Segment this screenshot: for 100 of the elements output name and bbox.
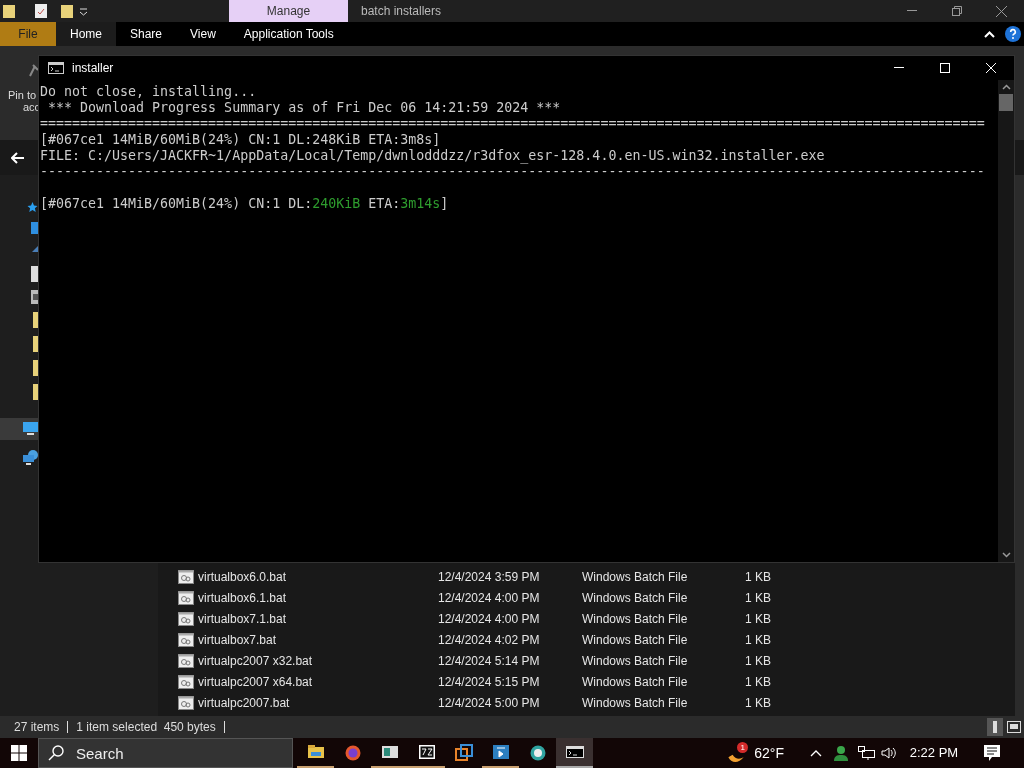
console-line: *** Download Progress Summary as of Fri Dec 06 14:21:59 2024 *** — [47, 100, 562, 116]
show-hidden-icons-icon[interactable] — [810, 749, 822, 757]
collapse-ribbon-icon[interactable] — [984, 30, 995, 38]
media-player-icon — [491, 743, 510, 761]
file-type: Windows Batch File — [582, 589, 689, 607]
temperature[interactable]: 62°F — [754, 742, 784, 764]
selection-info: 1 item selected 450 bytes — [76, 719, 216, 736]
file-date: 12/4/2024 4:00 PM — [438, 589, 541, 607]
file-name[interactable]: virtualpc2007 x32.bat — [198, 651, 438, 670]
chat-bubble-icon — [528, 744, 547, 762]
file-size: 1 KB — [745, 568, 772, 586]
file-size: 1 KB — [745, 610, 772, 628]
file-explorer-icon — [306, 743, 325, 761]
console-icon — [565, 743, 584, 761]
file-size: 1 KB — [745, 589, 772, 607]
file-name[interactable]: virtualbox6.0.bat — [198, 567, 438, 586]
nav-item[interactable] — [0, 418, 40, 440]
scroll-up-icon[interactable] — [1001, 84, 1011, 90]
batch-file-icon — [178, 569, 194, 584]
large-icons-view-icon[interactable] — [1007, 721, 1021, 733]
file-name[interactable]: virtualpc2007.bat — [198, 693, 438, 712]
restore-icon — [951, 6, 962, 16]
dropdown-icon[interactable] — [79, 6, 88, 16]
file-date: 12/4/2024 4:02 PM — [438, 631, 541, 649]
windows-logo-icon — [11, 745, 27, 761]
network-icon[interactable] — [23, 450, 38, 465]
notification-badge: 1 — [737, 742, 749, 753]
minimize-icon — [894, 67, 904, 69]
browser-icon — [343, 744, 362, 762]
ribbon-tab[interactable]: Share — [116, 22, 177, 46]
file-size: 1 KB — [745, 652, 772, 670]
search-field[interactable]: Search — [38, 738, 293, 768]
person-icon[interactable] — [834, 745, 848, 761]
close-icon — [996, 5, 1007, 17]
batch-file-icon — [178, 632, 194, 647]
file-type: Windows Batch File — [582, 652, 689, 670]
console-line: Do not close, installing... — [40, 84, 258, 100]
folder-icon[interactable] — [3, 4, 15, 18]
star-icon[interactable] — [27, 201, 38, 214]
batch-file-icon — [178, 653, 194, 668]
file-menu-tab[interactable]: File — [0, 22, 56, 46]
pin-icon[interactable] — [28, 64, 38, 78]
item-count: 27 items — [14, 719, 60, 736]
notifications-icon[interactable] — [984, 745, 1000, 761]
batch-file-icon — [178, 695, 194, 710]
file-date: 12/4/2024 5:14 PM — [438, 652, 541, 670]
console-line: [#067ce1 14MiB/60MiB(24%) CN:1 DL:240KiB ETA:3m14s] — [40, 196, 450, 212]
virtual-machine-icon — [454, 744, 473, 762]
details-view-icon — [993, 721, 997, 733]
help-icon[interactable] — [1005, 26, 1021, 42]
console-line: ---------------------------------------------------------------------------------------------------------------------- — [40, 164, 986, 180]
file-size: 1 KB — [745, 673, 772, 691]
document-icon[interactable] — [35, 4, 47, 18]
file-size: 1 KB — [745, 631, 772, 649]
maximize-icon — [940, 63, 950, 73]
ribbon-tab[interactable]: Home — [56, 22, 116, 46]
desktop-icon[interactable] — [31, 222, 38, 236]
file-type: Windows Batch File — [582, 631, 689, 649]
window-title: installer — [72, 60, 114, 77]
volume-icon[interactable] — [881, 746, 896, 760]
console-icon — [48, 62, 64, 74]
file-date: 12/4/2024 4:00 PM — [438, 610, 541, 628]
file-name[interactable]: virtualbox7.1.bat — [198, 609, 438, 628]
minimize-icon — [906, 10, 917, 12]
file-date: 12/4/2024 5:15 PM — [438, 673, 541, 691]
file-name[interactable]: virtualpc2007 x64.bat — [198, 672, 438, 691]
file-type: Windows Batch File — [582, 610, 689, 628]
batch-file-icon — [178, 590, 194, 605]
console-line: [#067ce1 14MiB/60MiB(24%) CN:1 DL:248KiB ETA:3m8s] — [40, 132, 442, 148]
ribbon-tab[interactable]: View — [176, 22, 230, 46]
folder-icon[interactable] — [61, 4, 73, 18]
console-line: FILE: C:/Users/JACKFR~1/AppData/Local/Temp/dwnlodddzz/r3dfox_esr-128.4.0.en-US.win32.installer.exe — [40, 148, 826, 164]
scroll-down-icon[interactable] — [1001, 552, 1011, 558]
file-type: Windows Batch File — [582, 694, 689, 712]
close-icon — [986, 63, 996, 73]
clock[interactable]: 2:22 PM — [904, 743, 964, 763]
scrollbar[interactable] — [998, 80, 1014, 562]
console-line: ====================================================================================================================== — [40, 116, 986, 132]
file-name[interactable]: virtualbox7.bat — [198, 630, 438, 649]
file-name[interactable]: virtualbox6.1.bat — [198, 588, 438, 607]
file-date: 12/4/2024 5:00 PM — [438, 694, 541, 712]
file-type: Windows Batch File — [582, 673, 689, 691]
search-icon — [48, 745, 64, 761]
scroll-thumb[interactable] — [999, 94, 1013, 111]
picture-folder-icon[interactable] — [31, 290, 38, 304]
network-icon[interactable] — [858, 746, 875, 760]
batch-file-icon — [178, 611, 194, 626]
details-view-button[interactable] — [987, 718, 1003, 736]
ribbon-tab[interactable]: Application Tools — [229, 22, 348, 46]
file-date: 12/4/2024 3:59 PM — [438, 568, 541, 586]
archive-icon — [417, 743, 436, 761]
manage-tab[interactable]: Manage — [229, 0, 348, 22]
computer-icon[interactable] — [23, 422, 38, 436]
window-icon — [380, 743, 399, 761]
scrollbar[interactable] — [1015, 175, 1024, 716]
taskbar-app-button[interactable] — [556, 738, 593, 768]
back-arrow-icon[interactable] — [11, 151, 25, 164]
batch-file-icon — [178, 674, 194, 689]
ribbon-label: Pin to — [8, 89, 37, 101]
window-title: batch installers — [361, 3, 442, 20]
